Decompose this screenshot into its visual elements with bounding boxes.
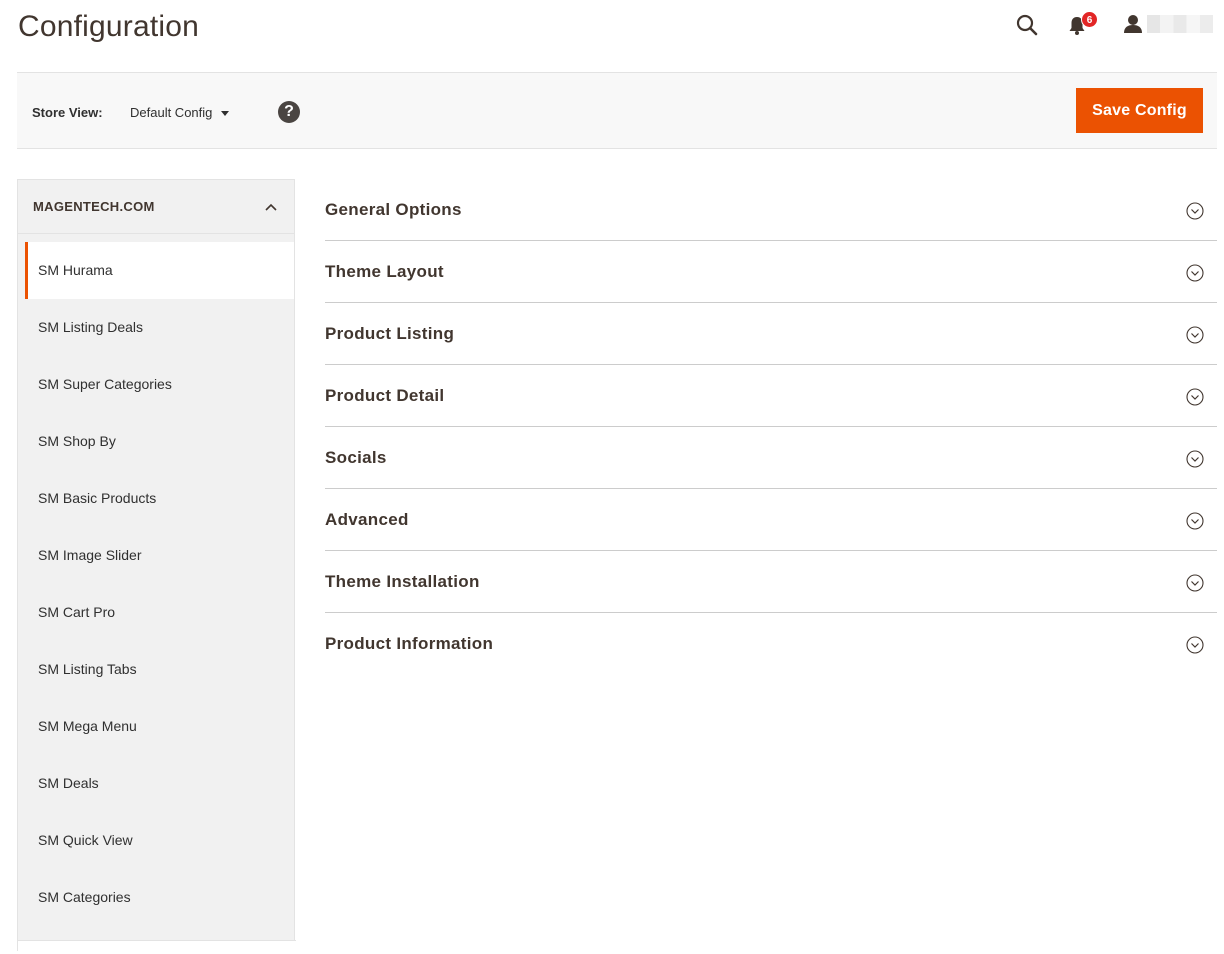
- save-config-button[interactable]: Save Config: [1076, 88, 1203, 133]
- chevron-down-circle-icon: [1186, 574, 1204, 592]
- config-sidebar: MAGENTECH.COM SM Hurama SM Listing Deals…: [17, 179, 296, 954]
- sidebar-item-sm-image-slider[interactable]: SM Image Slider: [18, 527, 294, 584]
- page-title: Configuration: [18, 10, 200, 43]
- sidebar-item-sm-super-categories[interactable]: SM Super Categories: [18, 356, 294, 413]
- section-general-options[interactable]: General Options: [325, 179, 1217, 241]
- sidebar-group-header[interactable]: MAGENTECH.COM: [18, 180, 294, 234]
- sidebar-group-title: MAGENTECH.COM: [33, 199, 155, 214]
- chevron-down-circle-icon: [1186, 636, 1204, 654]
- sidebar-item-label: SM Hurama: [38, 262, 113, 278]
- sidebar-item-sm-deals[interactable]: SM Deals: [18, 755, 294, 812]
- sidebar-item-label: SM Cart Pro: [38, 604, 116, 620]
- sidebar-item-label: SM Image Slider: [38, 547, 142, 563]
- section-title: Product Listing: [325, 324, 455, 343]
- section-title: Socials: [325, 448, 387, 467]
- chevron-up-icon: [265, 203, 277, 211]
- chevron-down-circle-icon: [1186, 326, 1204, 344]
- sidebar-item-sm-cart-pro[interactable]: SM Cart Pro: [18, 584, 294, 641]
- sidebar-item-label: SM Mega Menu: [38, 718, 137, 734]
- sidebar-item-sm-listing-tabs[interactable]: SM Listing Tabs: [18, 641, 294, 698]
- sidebar-item-label: SM Shop By: [38, 433, 116, 449]
- store-view-switcher[interactable]: Default Config: [130, 105, 230, 120]
- section-title: Product Information: [325, 634, 494, 653]
- sidebar-item-sm-mega-menu[interactable]: SM Mega Menu: [18, 698, 294, 755]
- section-product-listing[interactable]: Product Listing: [325, 303, 1217, 365]
- help-icon[interactable]: ?: [278, 101, 300, 123]
- config-sections: General Options Theme Layout Product Lis…: [325, 179, 1217, 675]
- section-product-detail[interactable]: Product Detail: [325, 365, 1217, 427]
- search-icon[interactable]: [1015, 13, 1039, 37]
- chevron-down-circle-icon: [1186, 202, 1204, 220]
- section-socials[interactable]: Socials: [325, 427, 1217, 489]
- sidebar-item-sm-listing-deals[interactable]: SM Listing Deals: [18, 299, 294, 356]
- sidebar-list: SM Hurama SM Listing Deals SM Super Cate…: [18, 234, 294, 926]
- caret-down-icon: [221, 111, 230, 117]
- section-title: Theme Installation: [325, 572, 480, 591]
- sidebar-item-label: SM Super Categories: [38, 376, 172, 392]
- notifications-badge: 6: [1081, 11, 1098, 28]
- section-title: Advanced: [325, 510, 409, 529]
- sidebar-item-label: SM Basic Products: [38, 490, 157, 506]
- section-theme-layout[interactable]: Theme Layout: [325, 241, 1217, 303]
- sidebar-item-sm-shop-by[interactable]: SM Shop By: [18, 413, 294, 470]
- user-account-menu[interactable]: [1123, 12, 1218, 38]
- chevron-down-circle-icon: [1186, 388, 1204, 406]
- user-icon: [1124, 15, 1142, 33]
- sidebar-item-label: SM Deals: [38, 775, 99, 791]
- chevron-down-circle-icon: [1186, 450, 1204, 468]
- sidebar-item-sm-hurama[interactable]: SM Hurama: [25, 242, 294, 299]
- chevron-down-circle-icon: [1186, 512, 1204, 530]
- sidebar-item-label: SM Listing Tabs: [38, 661, 137, 677]
- section-title: Product Detail: [325, 386, 445, 405]
- section-title: Theme Layout: [325, 262, 444, 281]
- store-view-bar: Store View: Default Config ? Save Config: [17, 72, 1217, 149]
- section-title: General Options: [325, 200, 462, 219]
- sidebar-next-group[interactable]: [18, 940, 296, 954]
- store-view-label: Store View:: [32, 105, 103, 120]
- sidebar-item-label: SM Quick View: [38, 832, 133, 848]
- section-theme-installation[interactable]: Theme Installation: [325, 551, 1217, 613]
- sidebar-item-label: SM Categories: [38, 889, 131, 905]
- sidebar-item-sm-quick-view[interactable]: SM Quick View: [18, 812, 294, 869]
- sidebar-item-sm-basic-products[interactable]: SM Basic Products: [18, 470, 294, 527]
- section-advanced[interactable]: Advanced: [325, 489, 1217, 551]
- chevron-down-circle-icon: [1186, 264, 1204, 282]
- sidebar-item-sm-categories[interactable]: SM Categories: [18, 869, 294, 926]
- user-name-redacted: [1147, 15, 1213, 33]
- sidebar-item-label: SM Listing Deals: [38, 319, 144, 335]
- notifications-button[interactable]: 6: [1068, 11, 1098, 38]
- section-product-information[interactable]: Product Information: [325, 613, 1217, 675]
- store-view-value: Default Config: [130, 105, 213, 120]
